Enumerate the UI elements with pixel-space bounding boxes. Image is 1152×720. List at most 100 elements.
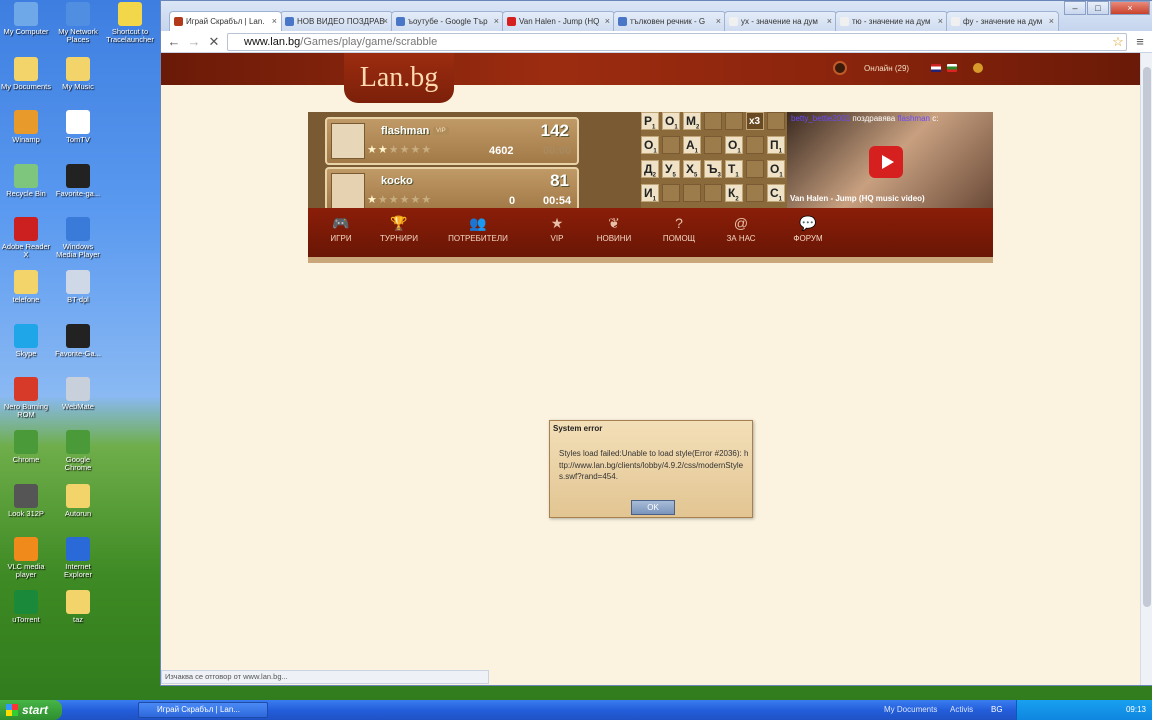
desktop-icon[interactable]: Chrome [0,430,52,464]
board-cell[interactable] [704,112,722,130]
desktop-icon[interactable]: My Documents [0,57,52,91]
tab-close-icon[interactable]: × [716,12,721,31]
board-cell[interactable] [725,112,743,130]
tab-close-icon[interactable]: × [272,12,277,31]
taskbar-window-button[interactable]: Играй Скрабъл | Lan... [138,702,268,718]
vertical-scrollbar[interactable] [1140,53,1152,685]
maximize-button[interactable]: □ [1087,1,1109,15]
app-icon [14,590,38,614]
desktop-icon[interactable]: Internet Explorer [52,537,104,579]
tab-close-icon[interactable]: × [605,12,610,31]
board-cell[interactable] [704,136,722,154]
app-icon [14,110,38,134]
desktop-icon[interactable]: My Computer [0,2,52,36]
browser-tab[interactable]: ъоутубе - Google Тър × [391,11,504,31]
language-indicator[interactable]: BG [991,700,1003,720]
desktop-icon[interactable]: Windows Media Player [52,217,104,259]
tab-close-icon[interactable]: × [827,12,832,31]
taskbar-activis[interactable]: Activis [950,700,973,720]
minimize-button[interactable]: – [1064,1,1086,15]
menu-label: ИГРИ [330,234,352,243]
desktop-icon[interactable]: Nero Burning ROM [0,377,52,419]
forward-icon[interactable]: → [185,33,203,51]
board-cell[interactable] [683,184,701,202]
tab-label: фу - значение на дум [963,17,1043,26]
menu-item[interactable]: 👥 ПОТРЕБИТЕЛИ [446,208,510,256]
desktop-icon[interactable]: Winamp [0,110,52,144]
player-panel-1: flashman VIP 142 ★★★★★★ 4602 00:00 [325,117,579,165]
browser-tab[interactable]: тю - значение на дум × [835,11,948,31]
desktop-icon[interactable]: WebMate [52,377,104,411]
desktop-icon[interactable]: Recycle Bin [0,164,52,198]
board-cell[interactable] [704,184,722,202]
desktop-icon[interactable]: Shortcut to Tracelauncher [104,2,156,44]
menu-item[interactable]: ? ПОМОЩ [656,208,702,256]
letter-tile: М2 [683,112,701,130]
player-name: flashman [381,125,430,137]
desktop-icon[interactable]: My Music [52,57,104,91]
desktop-icon[interactable]: Google Chrome [52,430,104,472]
add-icon[interactable] [833,61,847,75]
tab-close-icon[interactable]: × [1049,12,1054,31]
bg-flag-icon[interactable] [947,64,957,72]
desktop-icon[interactable]: My Network Places [52,2,104,44]
scrollbar-thumb[interactable] [1143,67,1151,607]
scrabble-board[interactable]: Р1 О1 М2 О1 А1 О1 П1 Д2 У5 Х5 Ъ3 Т1 О1 И1 К2 С1 x3 [641,112,787,208]
menu-item[interactable]: 💬 ФОРУМ [785,208,831,256]
desktop-icon[interactable]: BT-dpl [52,270,104,304]
browser-tab[interactable]: тълковен речник - G × [613,11,726,31]
desktop-icon[interactable]: Look 312P [0,484,52,518]
desktop-icon-label: Autorun [64,509,92,518]
board-cell[interactable] [746,136,764,154]
site-logo[interactable]: Lan.bg [344,53,454,103]
main-menu: 🎮 ИГРИ 🏆 ТУРНИРИ 👥 ПОТРЕБИТЕЛИ ★ VIP ❦ НОВИНИ ? ПОМ… [308,208,993,263]
desktop-icon[interactable]: taz [52,590,104,624]
desktop-icon[interactable]: Favorite-Ga... [52,324,104,358]
play-video-button[interactable] [869,146,903,178]
tab-close-icon[interactable]: × [383,12,388,31]
board-cell[interactable] [746,160,764,178]
taskbar-my-documents[interactable]: My Documents [884,700,937,720]
desktop-icon[interactable]: TomTV [52,110,104,144]
back-icon[interactable]: ← [165,33,183,51]
board-cell[interactable] [662,184,680,202]
uk-flag-icon[interactable] [931,64,941,72]
video-title[interactable]: Van Halen - Jump (HQ music video) [790,194,925,203]
desktop-icon[interactable]: Favorite-ga... [52,164,104,198]
menu-item[interactable]: ★ VIP [534,208,580,256]
browser-tab[interactable]: ух - значение на дум × [724,11,837,31]
desktop-icon[interactable]: telefone [0,270,52,304]
bookmark-star-icon[interactable]: ☆ [1109,33,1127,51]
tab-close-icon[interactable]: × [494,12,499,31]
board-cell[interactable] [767,112,785,130]
ok-button[interactable]: OK [631,500,675,515]
tile-value: 1 [674,124,678,131]
user-link[interactable]: betty_bettie2001 [791,114,850,123]
board-cell[interactable] [662,136,680,154]
address-bar[interactable]: www.lan.bg/Games/play/game/scrabble [227,33,1127,51]
close-window-button[interactable]: × [1110,1,1150,15]
desktop-icon[interactable]: VLC media player [0,537,52,579]
browser-tab[interactable]: Van Halen - Jump (HQ × [502,11,615,31]
globe-icon[interactable] [973,63,983,73]
desktop-icon[interactable]: Adobe Reader X [0,217,52,259]
start-button[interactable]: start [0,700,62,720]
menu-item[interactable]: 🏆 ТУРНИРИ [376,208,422,256]
browser-tab[interactable]: Играй Скрабъл | Lan. × [169,11,282,31]
tab-close-icon[interactable]: × [938,12,943,31]
desktop-icon[interactable]: uTorrent [0,590,52,624]
menu-item[interactable]: 🎮 ИГРИ [318,208,364,256]
menu-icon: ❦ [608,215,620,231]
desktop-icon[interactable]: Autorun [52,484,104,518]
browser-menu-icon[interactable]: ≡ [1131,33,1149,51]
browser-tab[interactable]: фу - значение на дум × [946,11,1059,31]
stop-loading-icon[interactable]: ✕ [205,33,223,51]
desktop-icon[interactable]: Skype [0,324,52,358]
menu-item[interactable]: ❦ НОВИНИ [591,208,637,256]
target-user-link[interactable]: flashman [898,114,930,123]
board-cell[interactable] [746,184,764,202]
browser-tab[interactable]: НОВ ВИДЕО ПОЗДРАВ × [280,11,393,31]
menu-item[interactable]: @ ЗА НАС [718,208,764,256]
clock[interactable]: 09:13 [1126,705,1146,714]
online-count[interactable]: Онлайн (29) [864,64,909,73]
